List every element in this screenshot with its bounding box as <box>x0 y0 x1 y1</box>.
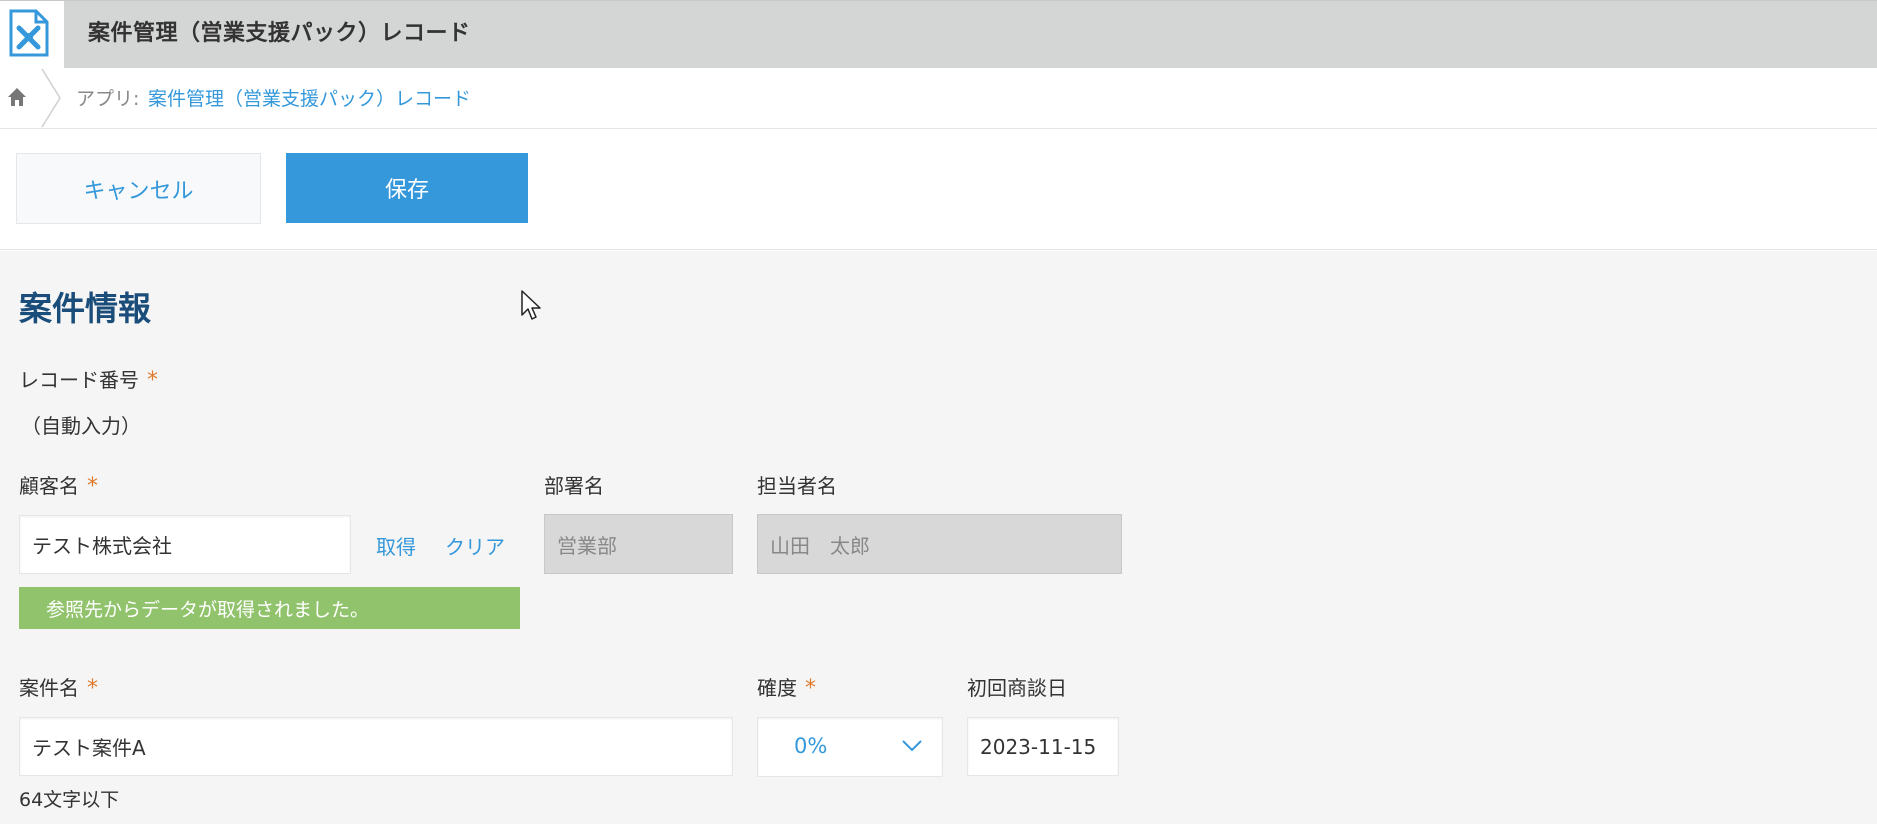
save-button[interactable]: 保存 <box>286 153 528 223</box>
lookup-success-notice: 参照先からデータが取得されました。 <box>19 587 520 629</box>
customer-name-input[interactable]: テスト株式会社 <box>19 515 351 574</box>
toolbar <box>0 129 1877 250</box>
first-meeting-date-input[interactable]: 2023-11-15 <box>967 717 1119 776</box>
department-field: 営業部 <box>544 514 733 574</box>
record-number-value: （自動入力） <box>21 414 141 438</box>
first-meeting-date-label: 初回商談日 <box>967 676 1067 700</box>
cancel-button[interactable]: キャンセル <box>16 153 261 224</box>
required-mark: * <box>147 368 158 393</box>
person-in-charge-label: 担当者名 <box>757 474 837 498</box>
certainty-label: 確度 * <box>757 676 816 701</box>
project-name-input[interactable]: テスト案件A <box>19 717 733 776</box>
app-header: 案件管理（営業支援パック）レコード <box>0 0 1877 69</box>
breadcrumb-separator-icon <box>40 68 62 132</box>
person-in-charge-field: 山田 太郎 <box>757 514 1122 574</box>
certainty-selected-value: 0% <box>794 734 828 758</box>
department-label: 部署名 <box>544 474 604 498</box>
clear-link[interactable]: クリア <box>445 531 505 560</box>
app-title: 案件管理（営業支援パック）レコード <box>88 21 471 46</box>
required-mark: * <box>87 676 98 701</box>
app-icon <box>0 1 64 69</box>
chevron-down-icon <box>901 738 923 758</box>
required-mark: * <box>805 676 816 701</box>
record-number-label: レコード番号 * <box>19 368 158 393</box>
fetch-link[interactable]: 取得 <box>376 531 416 560</box>
required-mark: * <box>87 474 98 499</box>
breadcrumb-app-link[interactable]: 案件管理（営業支援パック）レコード <box>148 84 471 111</box>
breadcrumb-prefix: アプリ: <box>76 88 140 110</box>
certainty-select[interactable]: 0% <box>757 717 943 777</box>
customer-name-label: 顧客名 * <box>19 474 98 499</box>
home-icon[interactable] <box>7 87 27 111</box>
mouse-cursor-icon <box>521 290 543 326</box>
project-name-label: 案件名 * <box>19 676 98 701</box>
project-name-hint: 64文字以下 <box>19 789 120 811</box>
section-title: 案件情報 <box>19 289 151 328</box>
